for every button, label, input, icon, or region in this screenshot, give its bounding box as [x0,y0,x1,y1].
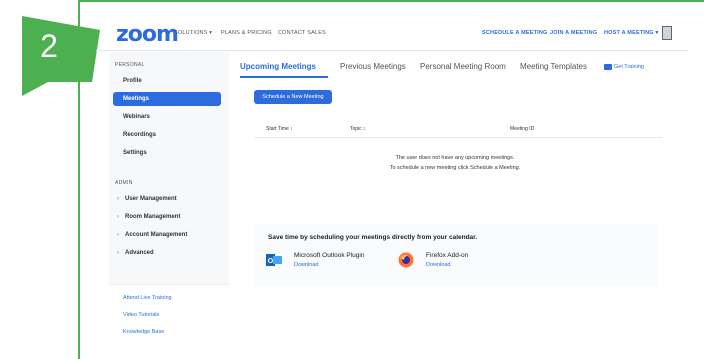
tab-upcoming-meetings[interactable]: Upcoming Meetings [240,62,316,71]
sidebar-item-label: Webinars [123,114,150,120]
outlook-download-link[interactable]: Download [294,262,318,268]
video-tutorials-link[interactable]: Video Tutorials [123,312,159,318]
section-personal-label: PERSONAL [115,62,145,68]
schedule-meeting-link[interactable]: SCHEDULE A MEETING [482,30,548,36]
sidebar-item-label: Meetings [123,96,150,102]
chevron-right-icon: › [117,196,119,202]
sidebar-item-label: Recordings [123,132,157,138]
sidebar-item-profile[interactable]: Profile [113,74,221,88]
schedule-new-meeting-button[interactable]: Schedule a New Meeting [254,90,332,104]
header-divider [96,50,688,51]
attend-live-training-link[interactable]: Attend Live Training [123,295,172,301]
sidebar-item-account-management[interactable]: › Account Management [113,228,221,242]
table-header-divider [254,137,662,138]
sidebar-item-settings[interactable]: Settings [113,146,221,160]
step-badge: 2 [22,16,100,96]
section-admin-label: ADMIN [115,180,133,186]
get-training-link[interactable]: Get Training [614,64,644,70]
column-meeting-id: Meeting ID [510,126,535,132]
promo-title: Save time by scheduling your meetings di… [268,234,478,241]
sidebar-item-label: User Management [125,196,177,202]
sidebar-item-recordings[interactable]: Recordings [113,128,221,142]
chevron-right-icon: › [117,214,119,220]
sidebar-item-label: Advanced [125,250,154,256]
sidebar-item-label: Settings [123,150,147,156]
column-topic[interactable]: Topic ↕ [350,126,366,132]
nav-solutions[interactable]: SOLUTIONS ▾ [174,30,212,36]
sidebar-item-webinars[interactable]: Webinars [113,110,221,124]
video-camera-icon [604,64,612,70]
join-meeting-link[interactable]: JOIN A MEETING [550,30,597,36]
chevron-right-icon: › [117,232,119,238]
firefox-addon-name: Firefox Add-on [426,252,469,259]
empty-state-line-2: To schedule a new meeting click Schedule… [389,165,521,171]
tab-meeting-templates[interactable]: Meeting Templates [520,62,587,71]
nav-contact-sales[interactable]: CONTACT SALES [278,30,326,36]
firefox-download-link[interactable]: Download [426,262,450,268]
host-meeting-link[interactable]: HOST A MEETING ▾ [604,30,658,36]
tab-personal-meeting-room[interactable]: Personal Meeting Room [420,62,506,71]
sidebar-item-label: Profile [123,78,142,84]
nav-plans-pricing[interactable]: PLANS & PRICING [221,30,272,36]
step-number: 2 [40,28,58,64]
avatar[interactable] [662,26,672,40]
sidebar-item-user-management[interactable]: › User Management [113,192,221,206]
sidebar-item-meetings[interactable]: Meetings [113,92,221,106]
sidebar: PERSONAL Profile Meetings Webinars Recor… [109,52,229,348]
chevron-right-icon: › [117,250,119,256]
outlook-plugin-name: Microsoft Outlook Plugin [294,252,365,259]
zoom-logo[interactable]: zoom [116,22,179,47]
column-start-time[interactable]: Start Time ↕ [266,126,293,132]
sidebar-item-label: Account Management [125,232,188,238]
outlook-icon: O [266,254,282,266]
top-header: zoom SOLUTIONS ▾ PLANS & PRICING CONTACT… [96,18,688,48]
sidebar-item-advanced[interactable]: › Advanced [113,246,221,260]
sidebar-item-room-management[interactable]: › Room Management [113,210,221,224]
firefox-icon [398,252,414,268]
sidebar-item-label: Room Management [125,214,181,220]
tab-previous-meetings[interactable]: Previous Meetings [340,62,406,71]
empty-state-line-1: The user does not have any upcoming meet… [395,155,515,161]
knowledge-base-link[interactable]: Knowledge Base [123,329,164,335]
active-tab-indicator [240,76,328,78]
svg-text:O: O [268,258,274,265]
calendar-plugins-panel: Save time by scheduling your meetings di… [254,224,658,286]
